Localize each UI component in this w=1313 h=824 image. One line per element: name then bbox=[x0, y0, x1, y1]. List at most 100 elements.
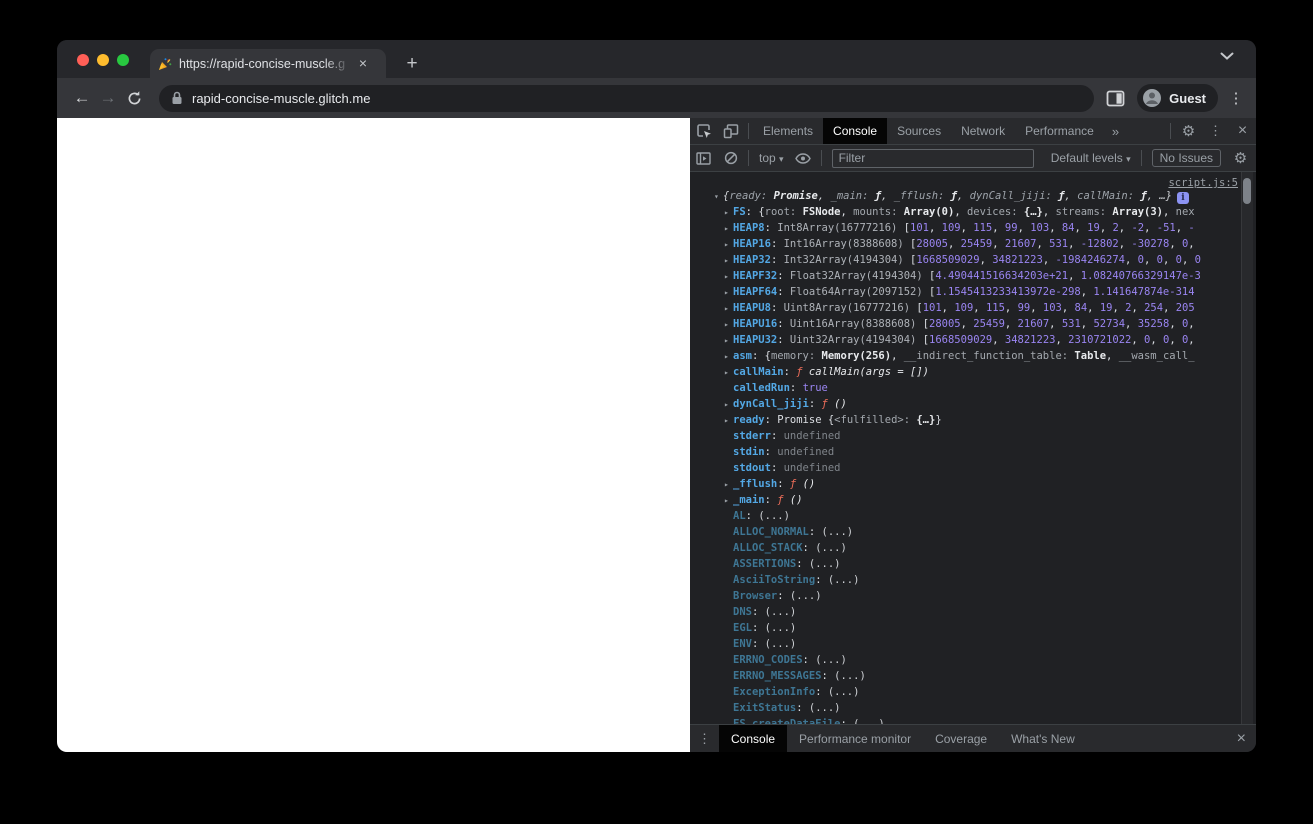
console-row[interactable]: ▸ _fflush: ƒ () bbox=[690, 476, 1256, 492]
profile-button[interactable]: Guest bbox=[1137, 84, 1218, 112]
filter-input[interactable] bbox=[831, 148, 1034, 168]
console-row[interactable]: ▸ HEAPU32: Uint32Array(4194304) [16685090… bbox=[690, 332, 1256, 348]
console-row[interactable]: ▸ ready: Promise {<fulfilled>: {…}} bbox=[690, 412, 1256, 428]
disclosure-triangle-icon[interactable]: ▸ bbox=[724, 397, 733, 412]
tab-close-icon[interactable]: × bbox=[355, 56, 371, 72]
info-icon[interactable]: i bbox=[1177, 192, 1189, 204]
scrollbar-thumb[interactable] bbox=[1243, 178, 1251, 204]
console-row[interactable]: FS_createDataFile: (...) bbox=[690, 716, 1256, 724]
disclosure-triangle-icon[interactable]: ▸ bbox=[724, 237, 733, 252]
zoom-window-button[interactable] bbox=[117, 54, 129, 66]
address-bar[interactable]: rapid-concise-muscle.glitch.me bbox=[159, 84, 1095, 112]
console-row[interactable]: Browser: (...) bbox=[690, 588, 1256, 604]
disclosure-triangle-icon[interactable]: ▸ bbox=[724, 365, 733, 380]
tab-elements[interactable]: Elements bbox=[753, 118, 823, 144]
disclosure-triangle-icon[interactable]: ▸ bbox=[724, 301, 733, 316]
console-row[interactable]: stderr: undefined bbox=[690, 428, 1256, 444]
log-levels-selector[interactable]: Default levels ▾ bbox=[1045, 151, 1137, 165]
console-row[interactable]: ▸ HEAPU8: Uint8Array(16777216) [101, 109,… bbox=[690, 300, 1256, 316]
disclosure-triangle-icon[interactable]: ▾ bbox=[714, 189, 723, 204]
console-row[interactable]: ASSERTIONS: (...) bbox=[690, 556, 1256, 572]
close-window-button[interactable] bbox=[77, 54, 89, 66]
disclosure-triangle-icon[interactable]: ▸ bbox=[724, 333, 733, 348]
tab-network[interactable]: Network bbox=[951, 118, 1015, 144]
reload-button[interactable] bbox=[121, 90, 147, 107]
browser-menu-icon[interactable]: ⋮ bbox=[1228, 89, 1244, 107]
disclosure-triangle-icon[interactable]: ▸ bbox=[724, 317, 733, 332]
console-row[interactable]: stdout: undefined bbox=[690, 460, 1256, 476]
inspect-element-icon[interactable] bbox=[690, 118, 717, 144]
console-row[interactable]: ALLOC_NORMAL: (...) bbox=[690, 524, 1256, 540]
console-row[interactable]: EGL: (...) bbox=[690, 620, 1256, 636]
disclosure-triangle-icon[interactable]: ▸ bbox=[724, 269, 733, 284]
console-row[interactable]: ALLOC_STACK: (...) bbox=[690, 540, 1256, 556]
disclosure-triangle-icon[interactable]: ▸ bbox=[724, 493, 733, 508]
profile-label: Guest bbox=[1169, 90, 1206, 106]
token: () bbox=[789, 494, 803, 506]
device-toolbar-icon[interactable] bbox=[717, 118, 744, 144]
console-row[interactable]: ERRNO_MESSAGES: (...) bbox=[690, 668, 1256, 684]
console-row[interactable]: ▸ dynCall_jiji: ƒ () bbox=[690, 396, 1256, 412]
console-row[interactable]: ▸ HEAPF32: Float32Array(4194304) [4.49044… bbox=[690, 268, 1256, 284]
devtools-menu-icon[interactable]: ⋮ bbox=[1202, 118, 1229, 144]
console-row[interactable]: ExceptionInfo: (...) bbox=[690, 684, 1256, 700]
disclosure-triangle-icon[interactable]: ▸ bbox=[724, 253, 733, 268]
drawer-tab-performance-monitor[interactable]: Performance monitor bbox=[787, 725, 923, 752]
token: : bbox=[796, 558, 809, 570]
console-settings-gear-icon[interactable]: ⚙ bbox=[1227, 145, 1254, 171]
source-link[interactable]: script.js:5 bbox=[1168, 175, 1238, 191]
console-row[interactable]: AL: (...) bbox=[690, 508, 1256, 524]
page-viewport[interactable] bbox=[57, 118, 690, 752]
new-tab-button[interactable]: + bbox=[400, 54, 424, 73]
minimize-window-button[interactable] bbox=[97, 54, 109, 66]
tab-console[interactable]: Console bbox=[823, 118, 888, 144]
token: , bbox=[1188, 318, 1195, 330]
console-row[interactable]: AsciiToString: (...) bbox=[690, 572, 1256, 588]
issues-counter-button[interactable]: No Issues bbox=[1151, 149, 1221, 167]
console-row[interactable]: ▸ _main: ƒ () bbox=[690, 492, 1256, 508]
more-tabs-button[interactable]: » bbox=[1104, 124, 1127, 139]
token: 99 bbox=[1017, 302, 1031, 314]
console-row[interactable]: ENV: (...) bbox=[690, 636, 1256, 652]
back-button[interactable]: ← bbox=[69, 88, 95, 108]
side-panel-icon[interactable] bbox=[1106, 90, 1125, 107]
console-row[interactable]: stdin: undefined bbox=[690, 444, 1256, 460]
disclosure-triangle-icon[interactable]: ▸ bbox=[724, 413, 733, 428]
console-scrollbar[interactable] bbox=[1241, 172, 1253, 724]
clear-console-icon[interactable] bbox=[717, 145, 744, 171]
disclosure-triangle-icon[interactable]: ▸ bbox=[724, 221, 733, 236]
console-sidebar-icon[interactable] bbox=[690, 145, 717, 171]
console-row[interactable]: ▸ HEAP16: Int16Array(8388608) [28005, 254… bbox=[690, 236, 1256, 252]
browser-tab[interactable]: https://rapid-concise-muscle.g × bbox=[150, 49, 386, 78]
live-expression-eye-icon[interactable] bbox=[790, 145, 817, 171]
console-row[interactable]: calledRun: true bbox=[690, 380, 1256, 396]
token: Uint32Array(4194304) bbox=[789, 334, 923, 346]
console-row[interactable]: ERRNO_CODES: (...) bbox=[690, 652, 1256, 668]
console-row[interactable]: ▸ HEAPF64: Float64Array(2097152) [1.15454… bbox=[690, 284, 1256, 300]
devtools-settings-gear-icon[interactable]: ⚙ bbox=[1175, 118, 1202, 144]
console-row[interactable]: ▸ asm: {memory: Memory(256), __indirect_f… bbox=[690, 348, 1256, 364]
console-row[interactable]: ▸ HEAP32: Int32Array(4194304) [1668509029… bbox=[690, 252, 1256, 268]
drawer-close-icon[interactable]: × bbox=[1237, 730, 1246, 748]
drawer-tab-coverage[interactable]: Coverage bbox=[923, 725, 999, 752]
console-row[interactable]: ExitStatus: (...) bbox=[690, 700, 1256, 716]
console-row[interactable]: ▸ callMain: ƒ callMain(args = []) bbox=[690, 364, 1256, 380]
drawer-tab-console[interactable]: Console bbox=[719, 725, 788, 752]
devtools-close-icon[interactable]: × bbox=[1229, 118, 1256, 144]
tab-sources[interactable]: Sources bbox=[887, 118, 951, 144]
disclosure-triangle-icon[interactable]: ▸ bbox=[724, 205, 733, 220]
tab-performance[interactable]: Performance bbox=[1015, 118, 1104, 144]
disclosure-triangle-icon[interactable]: ▸ bbox=[724, 349, 733, 364]
console-row[interactable]: DNS: (...) bbox=[690, 604, 1256, 620]
drawer-tab-what-s-new[interactable]: What's New bbox=[999, 725, 1087, 752]
chevron-down-icon[interactable] bbox=[1220, 52, 1234, 60]
drawer-menu-icon[interactable]: ⋮ bbox=[690, 731, 719, 747]
disclosure-triangle-icon[interactable]: ▸ bbox=[724, 285, 733, 300]
console-row[interactable]: ▸ FS: {root: FSNode, mounts: Array(0), de… bbox=[690, 204, 1256, 220]
context-selector[interactable]: top ▾ bbox=[753, 151, 790, 165]
disclosure-triangle-icon[interactable]: ▸ bbox=[724, 477, 733, 492]
console-messages[interactable]: script.js:5 ▾ {ready: Promise, _main: ƒ, … bbox=[690, 172, 1256, 724]
token: , bbox=[941, 302, 955, 314]
console-row[interactable]: ▸ HEAP8: Int8Array(16777216) [101, 109, 1… bbox=[690, 220, 1256, 236]
console-row[interactable]: ▸ HEAPU16: Uint16Array(8388608) [28005, 2… bbox=[690, 316, 1256, 332]
